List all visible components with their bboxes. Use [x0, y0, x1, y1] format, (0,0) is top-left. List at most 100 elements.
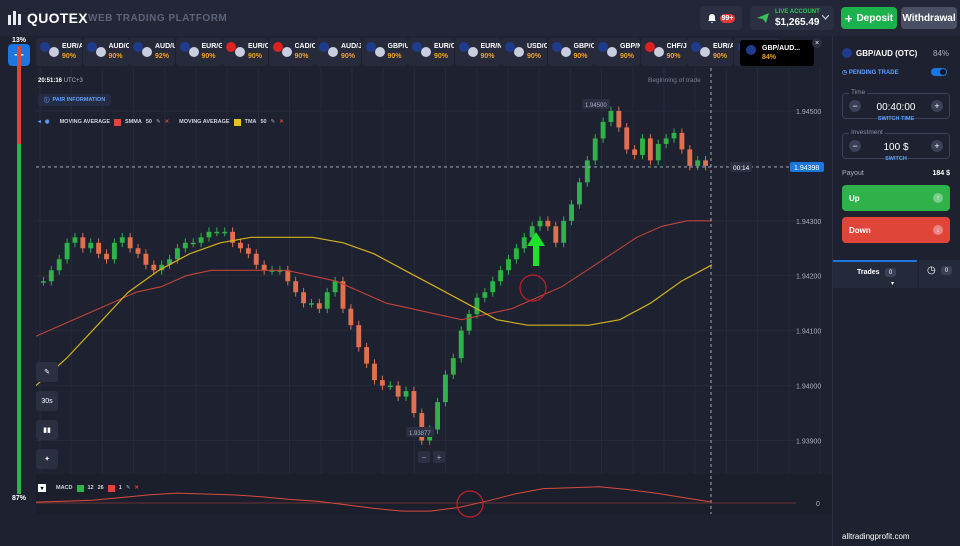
asset-tab[interactable]: EUR/GBP 90%	[175, 38, 222, 66]
asset-tab[interactable]: GBP/USD 90%	[361, 38, 408, 66]
y-tick-label: 1.94500	[796, 109, 821, 116]
asset-tab[interactable]: AUD/JPY 90%	[315, 38, 361, 66]
arrow-up-icon	[527, 232, 545, 266]
collapse-indicators-icon[interactable]: ◂	[38, 119, 41, 125]
pair-info-label: PAIR INFORMATION	[52, 97, 106, 103]
down-button[interactable]: Down ↓	[842, 217, 950, 243]
ma2-edit-icon[interactable]: ✎	[271, 119, 276, 125]
clock-icon: ◷	[842, 70, 848, 76]
eye-icon[interactable]: ◉	[45, 119, 50, 125]
candle	[458, 330, 464, 359]
candle	[293, 281, 299, 293]
asset-percent: 90%	[527, 53, 542, 60]
smma-line	[36, 220, 712, 337]
ma2-remove-icon[interactable]: ✕	[279, 119, 284, 125]
asset-percent: 90%	[201, 53, 216, 60]
macd-fast-swatch[interactable]	[76, 484, 84, 492]
zoom-out-button[interactable]: −	[418, 451, 430, 463]
close-tab-button[interactable]: ×	[812, 38, 822, 48]
flag-icon	[607, 47, 617, 57]
macd-remove-icon[interactable]: ✕	[134, 485, 139, 491]
ma1-edit-icon[interactable]: ✎	[156, 119, 161, 125]
candle	[687, 149, 693, 166]
active-asset-percent: 84%	[762, 54, 777, 61]
logo-icon	[8, 11, 22, 25]
asset-tab[interactable]: CAD/CHF 90%	[268, 38, 315, 66]
asset-tab[interactable]: AUD/CAD 90%	[82, 38, 129, 66]
crossover-circle	[519, 274, 547, 302]
pending-trade-toggle[interactable]	[931, 68, 947, 76]
beginning-of-trade-label: Beginning of trade	[648, 77, 701, 84]
withdrawal-button[interactable]: Withdrawal	[901, 7, 957, 29]
pending-count: 0	[941, 266, 952, 275]
ma1-color-swatch[interactable]	[114, 118, 121, 126]
payout-row: Payout 184 $	[842, 170, 950, 177]
candle	[238, 242, 243, 249]
timeframe-button[interactable]: 30s	[36, 391, 58, 411]
asset-tab[interactable]: AUD/USD 92%	[129, 38, 175, 66]
notifications-button[interactable]: 99+	[700, 6, 742, 30]
active-asset-tab[interactable]: GBP/AUD... 84%	[740, 40, 814, 66]
asset-tab[interactable]: EUR/AUD 90%	[687, 38, 733, 66]
zoom-in-button[interactable]: +	[433, 451, 445, 463]
indicators-bar: ◂ ◉ MOVING AVERAGE SMMA 50 ✎ ✕ MOVING AV…	[38, 115, 338, 129]
pair-information-button[interactable]: ⓘ PAIR INFORMATION	[38, 94, 112, 106]
flag-icon	[328, 47, 338, 57]
account-selector[interactable]: LIVE ACCOUNT $1,265.49	[750, 6, 834, 30]
macd-edit-icon[interactable]: ✎	[126, 485, 131, 491]
asset-tabs: EUR/AUD 90% AUD/CAD 90% AUD/USD 92% EUR/GBP 90%…	[36, 38, 812, 68]
live-account-icon	[757, 13, 769, 23]
asset-tab[interactable]: USD/CHF 90%	[501, 38, 547, 66]
switch-link[interactable]: SWITCH	[843, 156, 949, 162]
macd-fast: 12	[87, 485, 94, 491]
chart-type-button[interactable]: ▮▮	[36, 420, 58, 440]
asset-tab[interactable]: CHF/JPY 90%	[640, 38, 687, 66]
candle	[498, 270, 504, 282]
candle	[324, 292, 330, 309]
flag-icon	[458, 42, 469, 52]
candle	[190, 242, 196, 245]
trades-tab[interactable]: Trades 0 ▾	[833, 260, 917, 288]
flag-icon	[235, 47, 245, 57]
candle	[151, 264, 157, 271]
up-button[interactable]: Up ↑	[842, 185, 950, 211]
asset-name: EUR/AUD	[62, 43, 82, 50]
candle	[553, 226, 559, 243]
macd-signal-swatch[interactable]	[107, 484, 115, 492]
asset-tab[interactable]: GBP/NZD 90%	[594, 38, 640, 66]
y-tick-label: 1.94000	[796, 384, 821, 391]
macd-toggle-icon[interactable]: ▾	[38, 484, 46, 492]
pending-tab[interactable]: ◷ 0	[919, 260, 960, 288]
quotex-logo[interactable]: QUOTEX	[8, 10, 88, 26]
payout-label: Payout	[842, 170, 864, 177]
ma1-remove-icon[interactable]: ✕	[165, 119, 170, 125]
asset-tab[interactable]: EUR/CAD 90%	[408, 38, 454, 66]
trade-panel: GBP/AUD (OTC) 84% ◷ PENDING TRADE Time −…	[832, 36, 960, 546]
deposit-button[interactable]: + Deposit	[841, 7, 897, 29]
asset-name: GBP/CAD	[573, 43, 594, 50]
investment-increase-button[interactable]: +	[931, 140, 943, 152]
macd-name: MACD	[56, 485, 73, 491]
active-asset-name: GBP/AUD...	[762, 45, 801, 52]
ma2-color-swatch[interactable]	[233, 118, 241, 126]
asset-tab[interactable]: EUR/AUD 90%	[36, 38, 82, 66]
flag-icon	[188, 47, 199, 57]
asset-tab[interactable]: EUR/NZD 90%	[454, 38, 501, 66]
candle	[537, 220, 543, 227]
asset-name: EUR/CHF	[248, 43, 268, 50]
candle	[206, 231, 212, 238]
y-tick-label: 1.94100	[796, 329, 821, 336]
candle	[143, 253, 149, 265]
asset-name: EUR/NZD	[480, 43, 501, 50]
sentiment-top-percent: 13%	[12, 37, 27, 44]
switch-time-link[interactable]: SWITCH TIME	[843, 116, 949, 122]
sentiment-sell-bar	[17, 46, 21, 144]
asset-tab[interactable]: GBP/CAD 90%	[547, 38, 594, 66]
asset-tab[interactable]: EUR/CHF 90%	[222, 38, 268, 66]
indicators-button[interactable]: ✦	[36, 449, 58, 469]
time-increase-button[interactable]: +	[931, 100, 943, 112]
candle	[56, 259, 62, 271]
candle	[577, 182, 582, 205]
y-tick-label: 1.93900	[796, 439, 821, 446]
draw-tool-button[interactable]: ✎	[36, 362, 58, 382]
